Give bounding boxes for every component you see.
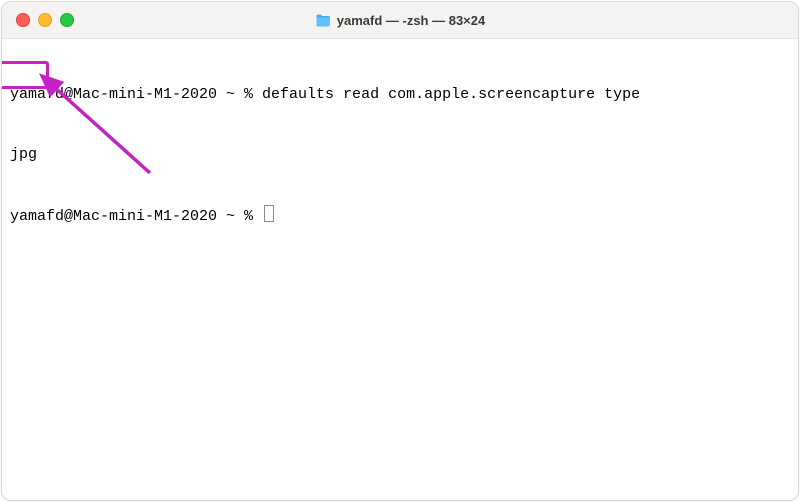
- output-text: jpg: [10, 146, 37, 163]
- minimize-button[interactable]: [38, 13, 52, 27]
- titlebar[interactable]: yamafd — -zsh — 83×24: [2, 2, 798, 39]
- fullscreen-button[interactable]: [60, 13, 74, 27]
- terminal-body[interactable]: yamafd@Mac-mini-M1-2020 ~ % defaults rea…: [2, 39, 798, 395]
- window-title: yamafd — -zsh — 83×24: [337, 13, 485, 28]
- cursor: [264, 205, 274, 222]
- prompt: yamafd@Mac-mini-M1-2020 ~ %: [10, 208, 262, 225]
- command-text: defaults read com.apple.screencapture ty…: [262, 86, 640, 103]
- terminal-window: yamafd — -zsh — 83×24 yamafd@Mac-mini-M1…: [1, 1, 799, 501]
- terminal-line-prompt: yamafd@Mac-mini-M1-2020 ~ %: [10, 205, 790, 227]
- folder-icon: [315, 14, 331, 27]
- close-button[interactable]: [16, 13, 30, 27]
- terminal-line-output: jpg: [10, 145, 790, 165]
- terminal-line-command: yamafd@Mac-mini-M1-2020 ~ % defaults rea…: [10, 85, 790, 105]
- prompt: yamafd@Mac-mini-M1-2020 ~ %: [10, 86, 262, 103]
- traffic-lights: [2, 13, 74, 27]
- window-title-wrap: yamafd — -zsh — 83×24: [2, 2, 798, 38]
